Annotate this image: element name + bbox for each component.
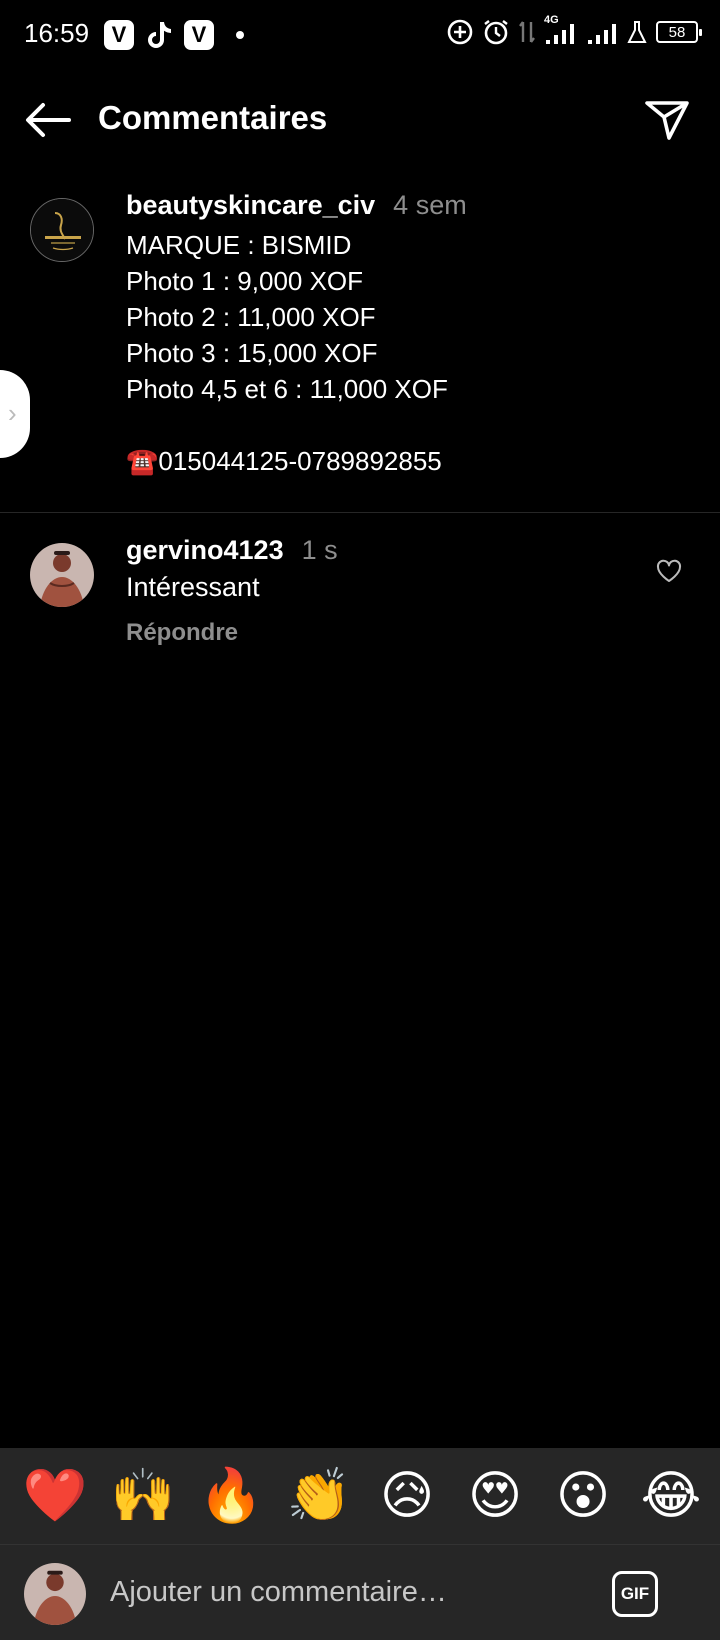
comment-input[interactable] [110,1567,580,1617]
caption-line: Photo 2 : 11,000 XOF [126,302,376,332]
status-app-icons: V V [104,20,244,50]
v-app-icon: V [104,20,134,50]
user-photo-icon [30,543,94,607]
share-button[interactable] [642,96,692,144]
data-transfer-icon [519,21,535,43]
caption-username[interactable]: beautyskincare_civ [126,190,375,220]
caption-line: Photo 1 : 9,000 XOF [126,266,364,296]
emoji-raised-hands[interactable]: 🙌 [108,1461,178,1531]
caption-line: Photo 4,5 et 6 : 11,000 XOF [126,374,448,404]
emoji-sad[interactable]: 😥 [372,1461,442,1531]
user-photo-icon [24,1563,86,1625]
emoji-quick-bar: ❤️ 🙌 🔥 👏 😥 😍 😮 😂 [0,1448,720,1544]
current-user-avatar [24,1563,86,1625]
divider [0,512,720,513]
alarm-icon [484,20,508,45]
gif-button[interactable]: GIF [612,1571,658,1617]
emoji-heart[interactable]: ❤️ [20,1461,90,1531]
caption-line: ☎️015044125-0789892855 [126,446,442,476]
tiktok-icon [144,20,174,50]
emoji-laughing[interactable]: 😂 [636,1461,706,1531]
page-title: Commentaires [98,99,328,136]
signal-4g-icon: 4G [544,14,578,46]
network-label: 4G [544,14,559,26]
comment-username[interactable]: gervino4123 [126,535,284,565]
caption-line [126,407,686,443]
caption-line: MARQUE : BISMID [126,230,352,260]
notification-dot [236,31,244,39]
avatar-gervino[interactable] [30,543,94,607]
battery-icon: 58 [656,21,702,43]
caption-time: 4 sem [393,190,467,220]
caption-body: beautyskincare_civ 4 sem MARQUE : BISMID … [126,190,686,479]
status-bar: 16:59 V V 4G 58 [0,0,720,74]
emoji-surprised[interactable]: 😮 [548,1461,618,1531]
add-circle-icon [447,19,473,45]
status-system-icons: 4G 58 [446,14,702,46]
like-button[interactable] [656,559,686,589]
reply-button[interactable]: Répondre [126,619,338,647]
chevron-right-icon: › [8,398,17,428]
comment-body: gervino4123 1 s Intéressant Répondre [126,535,338,647]
avatar-beautyskincare[interactable] [30,198,94,262]
comment-time: 1 s [301,535,338,565]
header: Commentaires [0,80,720,160]
emoji-clap[interactable]: 👏 [284,1461,354,1531]
status-time: 16:59 [24,18,90,48]
lab-icon [627,21,647,43]
paper-plane-icon [645,101,689,140]
heart-outline-icon [656,559,682,582]
side-panel-handle[interactable]: › [0,370,30,458]
caption-text: MARQUE : BISMID Photo 1 : 9,000 XOF Phot… [126,227,686,479]
v-app-icon: V [184,20,214,50]
comment-composer: GIF [0,1544,720,1640]
caption-line: Photo 3 : 15,000 XOF [126,338,378,368]
arrow-left-icon [26,103,71,137]
emoji-fire[interactable]: 🔥 [196,1461,266,1531]
signal-icon [588,24,616,44]
back-button[interactable] [22,98,74,142]
emoji-heart-eyes[interactable]: 😍 [460,1461,530,1531]
brand-logo-icon [31,199,93,261]
comment-text: Intéressant [126,572,260,602]
comment-item: gervino4123 1 s Intéressant Répondre [0,535,720,655]
